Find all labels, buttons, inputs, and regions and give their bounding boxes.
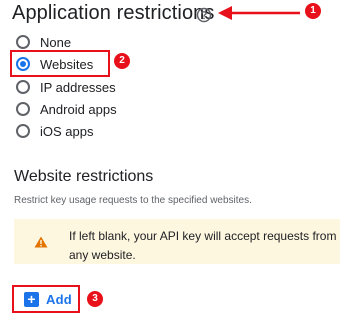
warning-triangle-icon [34,236,48,248]
radio-label: Android apps [40,101,117,117]
radio-button-icon[interactable] [16,102,30,116]
radio-option-ip-addresses[interactable]: IP addresses [16,77,116,97]
annotation-highlight-websites [10,50,110,77]
radio-button-icon[interactable] [16,124,30,138]
help-circle-icon[interactable] [195,6,213,24]
radio-option-none[interactable]: None [16,32,71,52]
radio-label: iOS apps [40,123,94,139]
section-description: Restrict key usage requests to the speci… [14,195,252,206]
radio-label: None [40,34,72,50]
warning-text: If left blank, your API key will accept … [69,229,337,262]
annotation-badge-3: 3 [87,291,103,307]
annotation-highlight-add [12,285,80,313]
radio-button-icon[interactable] [16,80,30,94]
radio-label: IP addresses [40,79,116,95]
annotation-badge-1: 1 [305,3,321,19]
page-title: Application restrictions [12,2,215,24]
annotation-badge-2: 2 [114,53,130,69]
section-title: Website restrictions [14,168,154,185]
radio-button-icon[interactable] [16,35,30,49]
radio-option-android-apps[interactable]: Android apps [16,99,117,119]
radio-option-ios-apps[interactable]: iOS apps [16,121,93,141]
